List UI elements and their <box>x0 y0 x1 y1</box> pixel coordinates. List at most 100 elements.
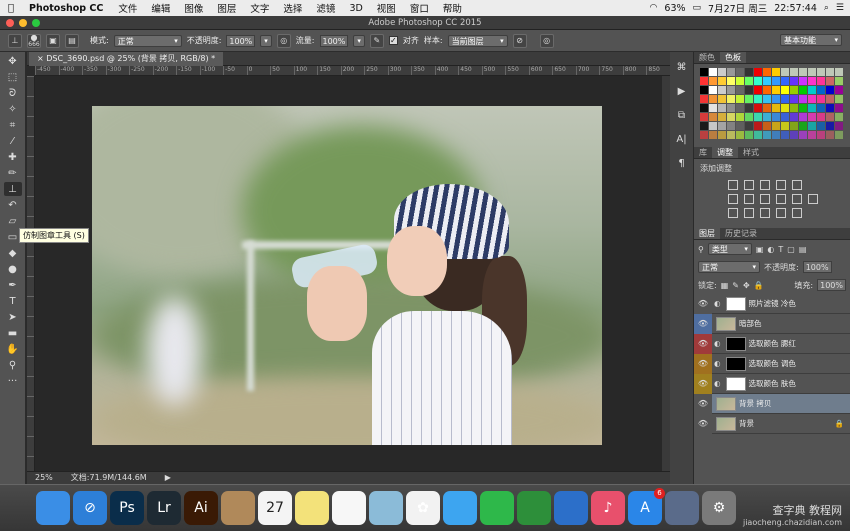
layer-row[interactable]: 👁 暗部色 <box>694 313 850 334</box>
battery-icon[interactable]: ▭ <box>693 3 702 13</box>
eyedropper-tool-icon[interactable]: ⁄ <box>4 134 22 148</box>
layer-mask-thumbnail[interactable] <box>725 336 746 351</box>
menu-window[interactable]: 窗口 <box>403 1 436 15</box>
color-swatch[interactable] <box>754 113 762 121</box>
keynote-icon[interactable] <box>554 491 588 525</box>
color-swatch[interactable] <box>763 77 771 85</box>
menu-type[interactable]: 文字 <box>243 1 276 15</box>
layer-row[interactable]: 👁 背景 拷贝 <box>694 393 850 414</box>
color-swatch[interactable] <box>745 122 753 130</box>
color-swatch[interactable] <box>718 113 726 121</box>
color-swatch[interactable] <box>799 122 807 130</box>
color-swatch[interactable] <box>799 104 807 112</box>
illustrator-icon[interactable]: Ai <box>184 491 218 525</box>
color-swatch[interactable] <box>745 113 753 121</box>
color-swatch[interactable] <box>817 104 825 112</box>
clone-source-panel-icon[interactable]: ⧉ <box>674 108 690 124</box>
tab-layers[interactable]: 图层 <box>694 228 720 239</box>
mode-select[interactable]: 正常 <box>113 34 182 47</box>
color-swatch[interactable] <box>817 95 825 103</box>
color-swatch[interactable] <box>718 104 726 112</box>
color-swatch[interactable] <box>835 68 843 76</box>
opacity-input[interactable]: 100% <box>226 34 256 47</box>
itunes-icon[interactable]: ♪ <box>591 491 625 525</box>
photo-filter-adjustment-icon[interactable] <box>776 194 786 204</box>
color-swatch[interactable] <box>826 131 834 139</box>
clone-source-icon[interactable]: ▤ <box>65 33 79 48</box>
layer-visibility-icon[interactable]: 👁 <box>694 393 712 414</box>
levels-adjustment-icon[interactable] <box>744 180 754 190</box>
layer-thumbnail[interactable] <box>716 396 736 411</box>
lock-position-icon[interactable]: ✥ <box>743 281 750 290</box>
clone-stamp-preset-icon[interactable]: ⊥ <box>8 33 22 48</box>
tab-history[interactable]: 历史记录 <box>720 228 762 239</box>
color-swatch[interactable] <box>700 95 708 103</box>
zoom-window-button[interactable] <box>32 19 40 27</box>
menu-view[interactable]: 视图 <box>370 1 403 15</box>
color-swatch[interactable] <box>790 95 798 103</box>
paragraph-panel-icon[interactable]: ¶ <box>674 156 690 172</box>
preview-icon[interactable] <box>369 491 403 525</box>
black-white-adjustment-icon[interactable] <box>760 194 770 204</box>
zoom-tool-icon[interactable]: ⚲ <box>4 358 22 372</box>
apple-logo-icon[interactable]:  <box>0 3 22 14</box>
vertical-scrollbar[interactable] <box>662 76 670 471</box>
color-swatch[interactable] <box>817 131 825 139</box>
appstore-icon[interactable]: A6 <box>628 488 665 525</box>
color-swatch[interactable] <box>763 86 771 94</box>
tab-adjustments[interactable]: 调整 <box>712 147 738 158</box>
color-swatch[interactable] <box>763 95 771 103</box>
color-swatch[interactable] <box>709 131 717 139</box>
color-swatch[interactable] <box>790 122 798 130</box>
color-swatch[interactable] <box>700 131 708 139</box>
menu-filter[interactable]: 滤镜 <box>309 1 342 15</box>
airbrush-icon[interactable]: ✎ <box>369 33 384 48</box>
sample-select[interactable]: 当前图层 <box>447 34 508 47</box>
layer-row[interactable]: 👁 ◐ 选取颜色 肤色 <box>694 373 850 394</box>
menu-file[interactable]: 文件 <box>111 1 144 15</box>
color-lookup-adjustment-icon[interactable] <box>808 194 818 204</box>
color-swatch[interactable] <box>835 77 843 85</box>
color-swatch[interactable] <box>763 113 771 121</box>
clone-stamp-tool-icon[interactable]: ⊥ <box>3 182 22 196</box>
actions-panel-icon[interactable]: ▶ <box>674 84 690 100</box>
zoom-level[interactable]: 25% <box>35 472 53 484</box>
color-swatch[interactable] <box>736 95 744 103</box>
blend-mode-select[interactable]: 正常 <box>698 261 760 273</box>
color-swatch[interactable] <box>709 86 717 94</box>
color-swatch[interactable] <box>799 113 807 121</box>
battery-percent[interactable]: 63% <box>664 3 685 14</box>
history-brush-tool-icon[interactable]: ↶ <box>4 198 22 212</box>
finder-icon[interactable] <box>36 491 70 525</box>
color-swatch[interactable] <box>772 86 780 94</box>
threshold-adjustment-icon[interactable] <box>760 208 770 218</box>
color-swatch[interactable] <box>790 68 798 76</box>
gradient-map-adjustment-icon[interactable] <box>792 208 802 218</box>
close-window-button[interactable] <box>6 19 14 27</box>
type-tool-icon[interactable]: T <box>4 294 22 308</box>
menu-edit[interactable]: 编辑 <box>144 1 177 15</box>
color-swatch[interactable] <box>754 86 762 94</box>
color-swatch[interactable] <box>781 77 789 85</box>
photoshop-icon[interactable]: Ps <box>110 491 144 525</box>
selective-color-adjustment-icon[interactable] <box>776 208 786 218</box>
color-swatch[interactable] <box>709 77 717 85</box>
color-swatch[interactable] <box>700 77 708 85</box>
color-swatch[interactable] <box>727 86 735 94</box>
marquee-tool-icon[interactable]: ⬚ <box>4 70 22 84</box>
filter-type-icon[interactable]: T <box>778 245 783 254</box>
color-swatch[interactable] <box>808 77 816 85</box>
vibrance-adjustment-icon[interactable] <box>792 180 802 190</box>
layer-row[interactable]: 👁 背景 🔒 <box>694 413 850 434</box>
color-swatch[interactable] <box>718 86 726 94</box>
app-menu[interactable]: Photoshop CC <box>22 3 111 14</box>
color-swatch[interactable] <box>745 104 753 112</box>
color-swatch[interactable] <box>745 86 753 94</box>
layer-mask-thumbnail[interactable] <box>725 376 746 391</box>
color-swatch[interactable] <box>727 131 735 139</box>
color-swatch[interactable] <box>826 68 834 76</box>
layer-row[interactable]: 👁 ◐ 选取颜色 腮红 <box>694 333 850 354</box>
close-document-icon[interactable]: × <box>37 54 46 63</box>
color-swatch[interactable] <box>826 113 834 121</box>
color-swatch[interactable] <box>754 104 762 112</box>
